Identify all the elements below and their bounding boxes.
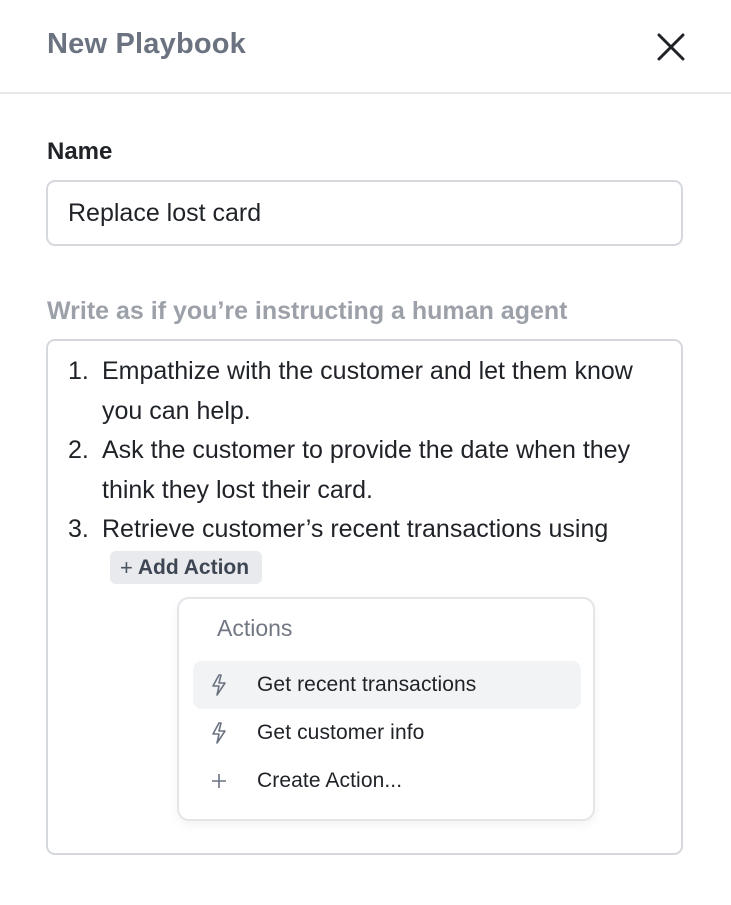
- dialog-header: New Playbook: [0, 0, 731, 94]
- name-label: Name: [47, 138, 113, 165]
- step-item: 2. Ask the customer to provide the date w…: [68, 431, 658, 510]
- close-button[interactable]: [650, 26, 692, 68]
- plus-icon: [201, 757, 237, 805]
- lightning-icon: [201, 661, 237, 709]
- step-text: Ask the customer to provide the date whe…: [102, 436, 631, 504]
- lightning-icon: [201, 709, 237, 757]
- instructions-hint: Write as if you’re instructing a human a…: [47, 297, 568, 325]
- step-number: 1.: [68, 357, 89, 385]
- plus-icon: +: [120, 554, 133, 580]
- step-item: 3. Retrieve customer’s recent transaction…: [68, 510, 658, 589]
- step-item: 1. Empathize with the customer and let th…: [68, 352, 658, 431]
- menu-item-label: Create Action...: [257, 769, 403, 792]
- menu-item-get-customer-info[interactable]: Get customer info: [193, 709, 581, 757]
- dialog-title: New Playbook: [47, 28, 247, 60]
- step-number: 2.: [68, 436, 89, 464]
- step-text: Retrieve customer’s recent transactions …: [102, 515, 609, 543]
- menu-item-create-action[interactable]: Create Action...: [193, 757, 581, 805]
- step-text: Empathize with the customer and let them…: [102, 357, 633, 425]
- actions-dropdown: Actions Get recent transactions Get cust…: [177, 597, 595, 821]
- add-action-button[interactable]: + Add Action: [110, 550, 263, 584]
- close-icon: [657, 33, 685, 61]
- menu-item-label: Get recent transactions: [257, 673, 477, 696]
- name-input[interactable]: [46, 180, 683, 246]
- menu-item-get-recent-transactions[interactable]: Get recent transactions: [193, 661, 581, 709]
- actions-menu-title: Actions: [217, 615, 293, 641]
- steps-list: 1. Empathize with the customer and let th…: [68, 352, 658, 589]
- menu-item-label: Get customer info: [257, 721, 425, 744]
- add-action-label: Add Action: [137, 555, 250, 579]
- step-number: 3.: [68, 515, 89, 543]
